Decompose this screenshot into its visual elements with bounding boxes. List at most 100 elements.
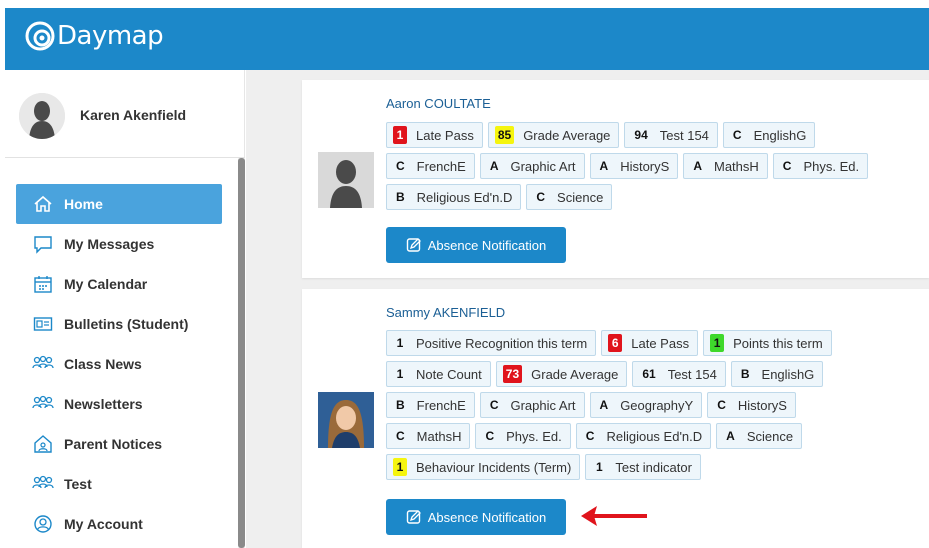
absence-notification-label: Absence Notification (427, 237, 547, 253)
indicator-chip[interactable]: C HistoryS (707, 392, 796, 418)
indicator-chip[interactable]: 85 Grade Average (487, 122, 620, 148)
user-name: Karen Akenfield (80, 107, 187, 123)
sidebar-item-label: Class News (64, 356, 142, 372)
sidebar-item-label: Home (64, 196, 103, 212)
indicator-badge: 61 (642, 367, 656, 381)
indicator-chip[interactable]: A GeographyY (589, 392, 703, 418)
indicator-label: HistoryS (620, 158, 670, 174)
message-icon (32, 233, 54, 255)
indicator-chip[interactable]: 1 Positive Recognition this term (386, 330, 597, 356)
indicator-chip[interactable]: B FrenchE (386, 392, 475, 418)
indicator-chip[interactable]: B EnglishG (730, 361, 824, 387)
indicator-badge: 1 (393, 458, 407, 476)
indicator-chip[interactable]: C MathsH (386, 423, 471, 449)
indicator-chip[interactable]: C Religious Ed'n.D (575, 423, 712, 449)
indicator-label: HistoryS (737, 397, 787, 413)
indicator-badge: C (717, 398, 726, 412)
student-photo (318, 152, 374, 208)
indicator-chip[interactable]: C EnglishG (722, 122, 816, 148)
indicator-chip[interactable]: 6 Late Pass (601, 330, 699, 356)
indicator-chip[interactable]: 94 Test 154 (624, 122, 718, 148)
indicator-badge: C (489, 398, 499, 412)
indicator-label: Points this term (733, 335, 823, 351)
home-icon (32, 193, 54, 215)
indicator-label: FrenchE (416, 158, 466, 174)
student-card: Aaron COULTATE 1 Late Pass 85 Grade Average… (302, 80, 929, 278)
indicator-row: 1 Behaviour Incidents (Term) 1 Test indicat… (386, 454, 837, 480)
student-portrait-icon (318, 392, 374, 448)
indicator-label: Behaviour Incidents (Term) (416, 459, 572, 475)
indicator-chip[interactable]: A Graphic Art (479, 153, 585, 179)
student-name[interactable]: Sammy AKENFIELD (386, 305, 505, 320)
sidebar-item-label: My Messages (64, 236, 155, 252)
indicator-label: EnglishG (753, 127, 807, 143)
indicator-badge: 1 (396, 367, 404, 381)
people-icon (32, 353, 54, 375)
account-icon (32, 513, 54, 535)
indicator-badge: A (693, 159, 702, 173)
sidebar-item-label: My Calendar (64, 276, 148, 292)
indicator-label: Science (746, 428, 794, 444)
indicator-row: 1 Positive Recognition this term 6 Late Pas… (386, 330, 837, 356)
sidebar-item-my-messages[interactable]: My Messages (16, 224, 222, 264)
indicator-chip[interactable]: A Science (716, 423, 803, 449)
indicator-badge: C (782, 159, 792, 173)
indicator-chip[interactable]: C Phys. Ed. (475, 423, 571, 449)
indicator-chip[interactable]: A HistoryS (589, 153, 679, 179)
sidebar-item-class-news[interactable]: Class News (16, 344, 222, 384)
sidebar: Karen Akenfield Home My Messages My Calend… (5, 70, 245, 548)
indicator-badge: A (489, 159, 499, 173)
indicator-label: Test 154 (667, 366, 717, 382)
student-photo (318, 392, 374, 448)
absence-notification-label: Absence Notification (427, 509, 547, 525)
student-name[interactable]: Aaron COULTATE (386, 96, 491, 111)
indicator-chip[interactable]: 1 Late Pass (386, 122, 483, 148)
indicator-badge: 73 (502, 365, 523, 383)
sidebar-item-home[interactable]: Home (16, 184, 222, 224)
indicator-chip[interactable]: A MathsH (683, 153, 768, 179)
indicator-badge: 1 (596, 460, 603, 474)
user-profile[interactable]: Karen Akenfield (5, 70, 245, 158)
absence-notification-button[interactable]: Absence Notification (386, 499, 566, 535)
indicator-row: C FrenchE A Graphic Art A HistoryS A MathsH C Phy… (386, 153, 873, 179)
top-bar: Daymap (5, 8, 929, 70)
indicator-badge: C (396, 159, 405, 173)
indicator-chip[interactable]: 73 Grade Average (495, 361, 628, 387)
indicator-chip[interactable]: 1 Points this term (703, 330, 832, 356)
indicator-badge: B (396, 190, 405, 204)
indicator-label: Religious Ed'n.D (606, 428, 703, 444)
indicator-chip[interactable]: B Religious Ed'n.D (386, 184, 522, 210)
indicator-label: Grade Average (523, 127, 611, 143)
indicator-badge: 94 (634, 128, 648, 142)
indicator-chip[interactable]: 1 Behaviour Incidents (Term) (386, 454, 581, 480)
absence-notification-button[interactable]: Absence Notification (386, 227, 566, 263)
indicator-chip[interactable]: 1 Note Count (386, 361, 491, 387)
indicator-label: Graphic Art (510, 397, 576, 413)
edit-note-icon (406, 510, 421, 524)
sidebar-item-label: Newsletters (64, 396, 143, 412)
indicator-chip[interactable]: 1 Test indicator (585, 454, 701, 480)
sidebar-item-my-account[interactable]: My Account (16, 504, 222, 544)
sidebar-item-test[interactable]: Test (16, 464, 222, 504)
indicator-label: MathsH (416, 428, 462, 444)
sidebar-item-newsletters[interactable]: Newsletters (16, 384, 222, 424)
indicator-label: Late Pass (416, 127, 474, 143)
indicator-chip[interactable]: C Science (526, 184, 613, 210)
indicator-badge: A (599, 159, 609, 173)
indicator-row: C MathsH C Phys. Ed. C Religious Ed'n.D A Scien… (386, 423, 837, 449)
indicator-badge: 85 (494, 126, 515, 144)
indicator-chip[interactable]: C Phys. Ed. (772, 153, 869, 179)
indicator-chip[interactable]: C Graphic Art (479, 392, 585, 418)
sidebar-scrollbar-thumb[interactable] (238, 158, 245, 548)
indicator-chip[interactable]: 61 Test 154 (632, 361, 726, 387)
sidebar-item-my-calendar[interactable]: My Calendar (16, 264, 222, 304)
indicator-badge: 1 (710, 334, 725, 352)
indicator-chip[interactable]: C FrenchE (386, 153, 475, 179)
student-indicators: 1 Positive Recognition this term 6 Late Pas… (386, 330, 837, 485)
sidebar-item-parent-notices[interactable]: Parent Notices (16, 424, 222, 464)
indicator-badge: A (726, 429, 735, 443)
indicator-label: Test indicator (615, 459, 692, 475)
sidebar-item-bulletins-student[interactable]: Bulletins (Student) (16, 304, 222, 344)
indicator-label: Phys. Ed. (506, 428, 562, 444)
daymap-logo[interactable]: Daymap (25, 21, 164, 51)
